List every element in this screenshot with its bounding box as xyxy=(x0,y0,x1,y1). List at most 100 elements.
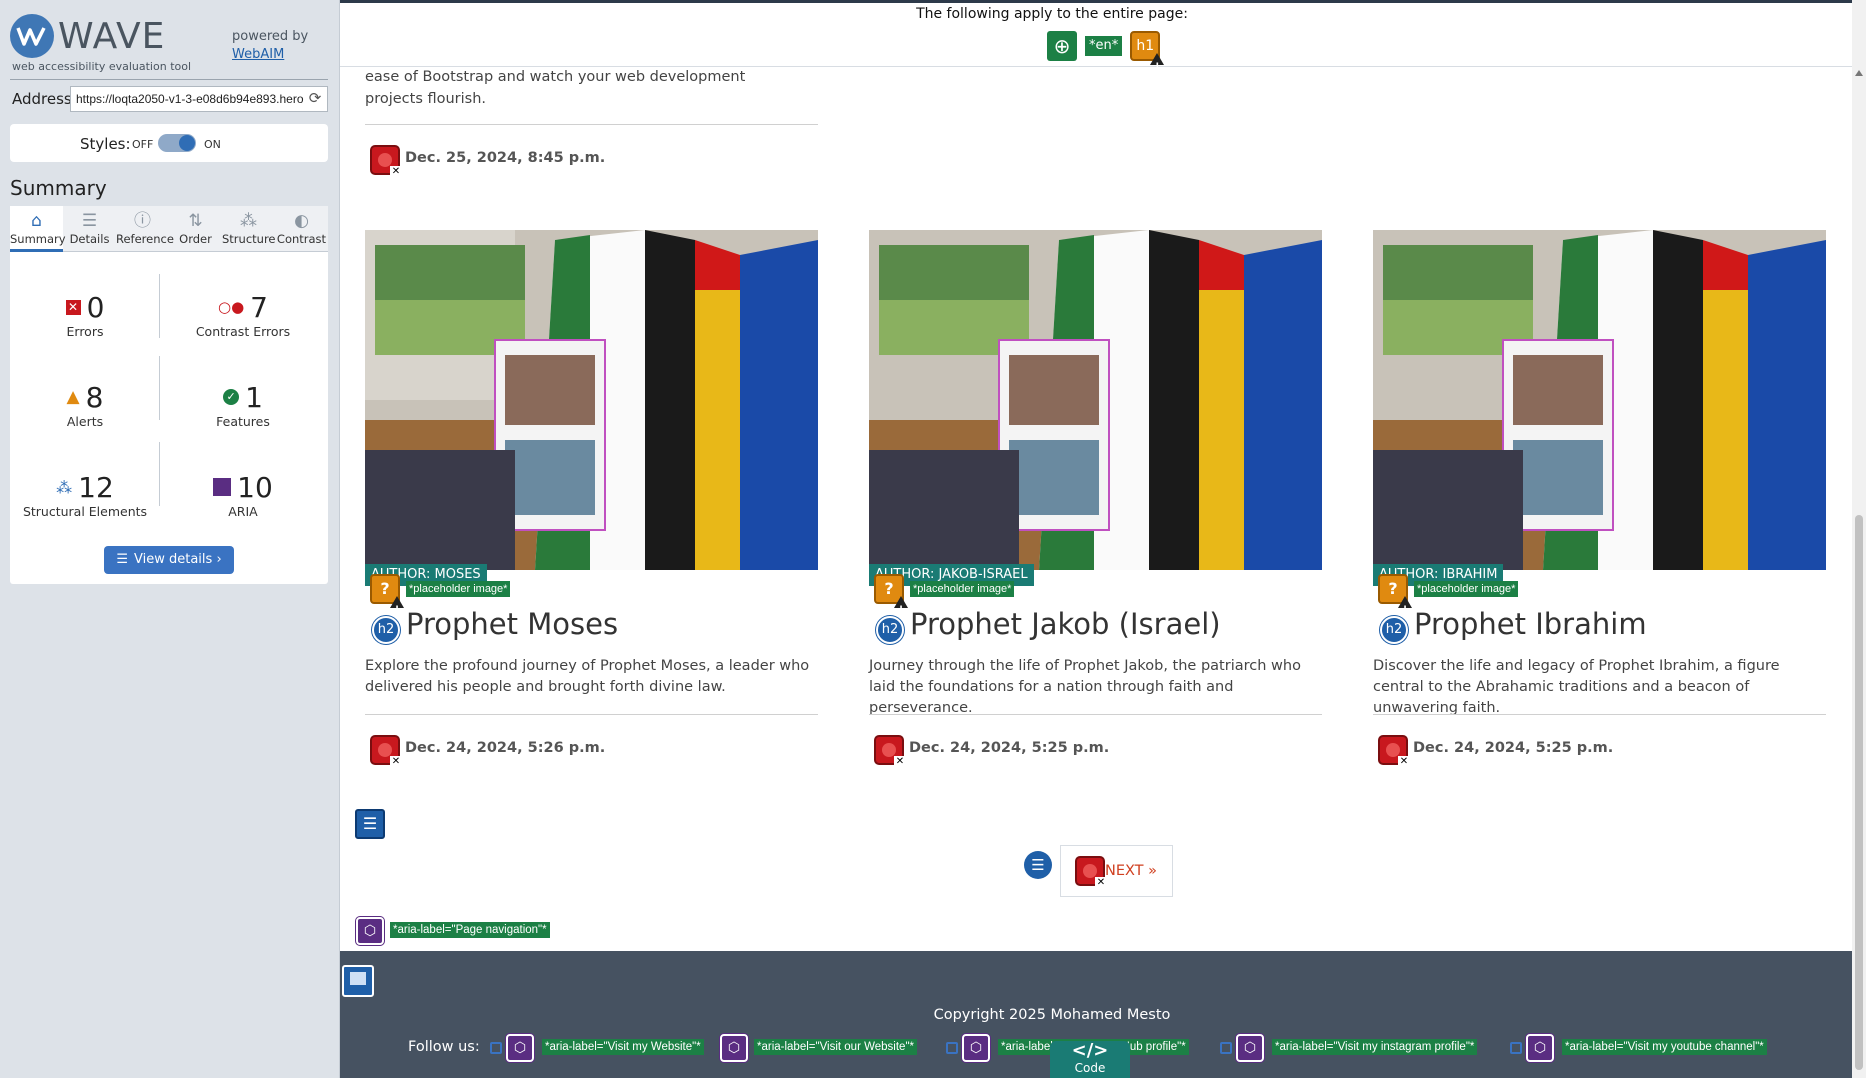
error-icon[interactable]: ✕ xyxy=(1075,856,1107,889)
address-label: Address: xyxy=(12,90,77,108)
aria-tag-icon[interactable]: ⬡ xyxy=(506,1034,534,1062)
aria-label-badge: *aria-label="Visit my instagram profile"… xyxy=(1272,1039,1478,1055)
aria-label-badge: *aria-label="Page navigation"* xyxy=(390,922,550,938)
stat-value: 0 xyxy=(86,290,105,324)
language-badge[interactable]: *en* xyxy=(1085,36,1123,56)
stat-features[interactable]: ✓ 1 Features xyxy=(168,380,318,430)
stat-value: 1 xyxy=(245,380,263,414)
card-description: Explore the profound journey of Prophet … xyxy=(365,658,810,695)
card-title[interactable]: Prophet Jakob (Israel) xyxy=(910,607,1221,641)
error-icon[interactable]: ✕ xyxy=(874,735,906,768)
h2-icon[interactable]: h2 xyxy=(1380,616,1408,644)
error-icon[interactable]: ✕ xyxy=(370,735,402,768)
warning-icon xyxy=(894,596,908,623)
card-title[interactable]: Prophet Ibrahim xyxy=(1414,607,1647,641)
tab-label: Details xyxy=(69,232,110,246)
card-description: Journey through the life of Prophet Jako… xyxy=(869,658,1301,716)
scroll-up-arrow-icon[interactable] xyxy=(1855,70,1863,76)
info-icon: ⓘ xyxy=(134,211,151,231)
scroll-thumb[interactable] xyxy=(1855,515,1863,1070)
alert-icon: ▲ xyxy=(66,387,80,407)
code-toggle-button[interactable]: </> Code xyxy=(1050,1041,1130,1078)
aria-label-badge: *aria-label="Visit my youtube channel"* xyxy=(1562,1039,1767,1055)
tab-structure[interactable]: ⁂ Structure xyxy=(222,206,276,252)
stat-label: Structural Elements xyxy=(22,504,148,519)
tab-label: Reference xyxy=(116,232,174,246)
tab-summary[interactable]: ⌂ Summary xyxy=(10,206,66,252)
stat-contrast-errors[interactable]: ○● 7 Contrast Errors xyxy=(168,290,318,340)
aria-tag-icon[interactable]: ⬡ xyxy=(1236,1034,1264,1062)
structure-icon: ⁂ xyxy=(56,477,73,497)
address-input[interactable]: https://loqta2050-v1-3-e08d6b94e893.hero xyxy=(70,86,328,112)
tab-reference[interactable]: ⓘ Reference xyxy=(116,206,174,252)
tab-order[interactable]: ⇅ Order xyxy=(169,206,222,252)
toggle-knob xyxy=(179,135,195,151)
tab-label: Order xyxy=(179,232,212,246)
card-date: Dec. 24, 2024, 5:25 p.m. xyxy=(1413,740,1614,756)
next-page-link[interactable]: ✕ NEXT » xyxy=(1060,845,1173,897)
stat-alerts[interactable]: ▲ 8 Alerts xyxy=(10,380,160,430)
order-icon: ⇅ xyxy=(188,211,203,231)
reload-icon[interactable]: ⟳ xyxy=(306,89,324,107)
youtube-icon[interactable] xyxy=(1510,1042,1522,1054)
h2-icon[interactable]: h2 xyxy=(876,616,904,644)
vertical-scrollbar[interactable] xyxy=(1852,0,1866,1078)
summary-panel: ⌂ Summary ☰ Details ⓘ Reference ⇅ Order … xyxy=(10,206,328,584)
divider xyxy=(10,79,328,80)
tab-details[interactable]: ☰ Details xyxy=(63,206,116,252)
github-icon[interactable] xyxy=(946,1042,958,1054)
contrast-icon: ○● xyxy=(217,298,245,316)
card-date: Dec. 25, 2024, 8:45 p.m. xyxy=(405,150,606,166)
warning-icon xyxy=(390,596,404,623)
stat-label: Contrast Errors xyxy=(195,324,291,339)
globe-icon[interactable]: ⊕ xyxy=(1047,31,1077,61)
error-icon[interactable]: ✕ xyxy=(1378,735,1410,768)
divider xyxy=(365,124,818,125)
stat-label: Features xyxy=(216,414,270,429)
tab-label: Contrast xyxy=(276,232,327,246)
list-icon: ☰ xyxy=(116,552,129,567)
tab-contrast[interactable]: ◐ Contrast xyxy=(275,206,328,252)
divider xyxy=(869,714,1322,715)
stat-errors[interactable]: ✕ 0 Errors xyxy=(10,290,160,339)
list-icon[interactable]: ☰ xyxy=(1024,851,1052,879)
aria-tag-icon[interactable]: ⬡ xyxy=(962,1034,990,1062)
question-alert-icon[interactable]: ? xyxy=(370,574,404,623)
view-details-button[interactable]: ☰ View details › xyxy=(104,546,234,574)
aria-label-badge: *aria-label="Visit my Website"* xyxy=(542,1039,704,1055)
close-icon: ✕ xyxy=(390,756,402,768)
stat-structural[interactable]: ⁂ 12 Structural Elements xyxy=(10,470,160,520)
navigation-icon[interactable]: ☰ xyxy=(355,809,385,839)
aria-tag-icon[interactable]: ⬡ xyxy=(720,1034,748,1062)
tab-label: Structure xyxy=(222,232,276,246)
webaim-link[interactable]: WebAIM xyxy=(232,47,284,62)
card-description: ease of Bootstrap and watch your web dev… xyxy=(365,69,746,107)
page-wide-icons: ⊕ *en* h1 xyxy=(1047,31,1165,80)
styles-on-label: ON xyxy=(204,138,221,151)
question-alert-icon[interactable]: ? xyxy=(874,574,908,623)
powered-by: powered by WebAIM xyxy=(232,28,308,64)
close-icon: ✕ xyxy=(894,756,906,768)
styles-toggle[interactable] xyxy=(158,134,196,152)
stat-aria[interactable]: 10 ARIA xyxy=(168,470,318,519)
facebook-icon[interactable] xyxy=(490,1042,502,1054)
footer-landmark-icon[interactable] xyxy=(342,965,374,997)
aria-label-badge: *aria-label="Visit our Website"* xyxy=(754,1039,917,1055)
site-footer: Copyright 2025 Mohamed Mesto Follow us: … xyxy=(340,951,1852,1078)
code-label: Code xyxy=(1074,1061,1106,1075)
h1-alert-icon[interactable]: h1 xyxy=(1130,31,1165,80)
h1-label: h1 xyxy=(1136,38,1155,54)
card-date: Dec. 24, 2024, 5:25 p.m. xyxy=(909,740,1110,756)
instagram-icon[interactable] xyxy=(1220,1042,1232,1054)
error-icon[interactable]: ✕ xyxy=(370,145,402,178)
aria-tag-icon[interactable]: ⬡ xyxy=(1526,1034,1554,1062)
question-alert-icon[interactable]: ? xyxy=(1378,574,1412,623)
aria-tag-icon[interactable]: ⬡ xyxy=(356,917,384,945)
card-title[interactable]: Prophet Moses xyxy=(406,607,618,641)
tab-label: Summary xyxy=(10,232,66,246)
h2-icon[interactable]: h2 xyxy=(372,616,400,644)
styles-off-label: OFF xyxy=(132,138,154,151)
divider xyxy=(1373,714,1826,715)
structure-icon: ⁂ xyxy=(240,211,257,231)
card-image xyxy=(1373,230,1826,570)
